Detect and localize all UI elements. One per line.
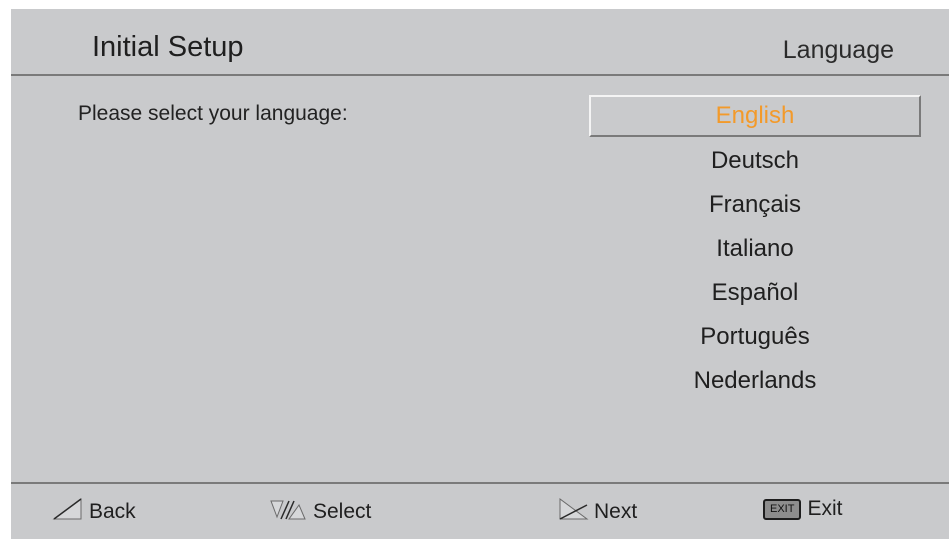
back-label: Back xyxy=(89,500,136,523)
language-option-portugues[interactable]: Português xyxy=(589,315,921,359)
setup-screen: Initial Setup Language Please select you… xyxy=(11,9,949,539)
page-title: Initial Setup xyxy=(92,31,244,63)
footer-bar: Back Select Next EXIT Exit xyxy=(11,485,949,539)
language-option-english[interactable]: English xyxy=(589,95,921,137)
language-prompt: Please select your language: xyxy=(78,102,348,125)
language-option-deutsch[interactable]: Deutsch xyxy=(589,139,921,183)
exit-hint[interactable]: EXIT Exit xyxy=(763,497,842,521)
language-list: English Deutsch Français Italiano Españo… xyxy=(589,95,921,403)
header-divider xyxy=(11,74,949,76)
select-hint[interactable]: Select xyxy=(269,497,371,527)
language-option-espanol[interactable]: Español xyxy=(589,271,921,315)
footer-divider xyxy=(11,482,949,484)
back-hint[interactable]: Back xyxy=(51,497,136,527)
up-down-arrows-icon xyxy=(269,497,309,527)
language-option-francais[interactable]: Français xyxy=(589,183,921,227)
section-title: Language xyxy=(782,36,894,64)
language-option-italiano[interactable]: Italiano xyxy=(589,227,921,271)
language-option-nederlands[interactable]: Nederlands xyxy=(589,359,921,403)
exit-label: Exit xyxy=(807,497,843,520)
left-arrow-icon xyxy=(51,497,85,527)
exit-key-icon: EXIT xyxy=(763,498,802,520)
right-arrow-icon xyxy=(556,497,590,527)
next-hint[interactable]: Next xyxy=(556,497,637,527)
select-label: Select xyxy=(313,500,372,523)
next-label: Next xyxy=(594,500,638,523)
